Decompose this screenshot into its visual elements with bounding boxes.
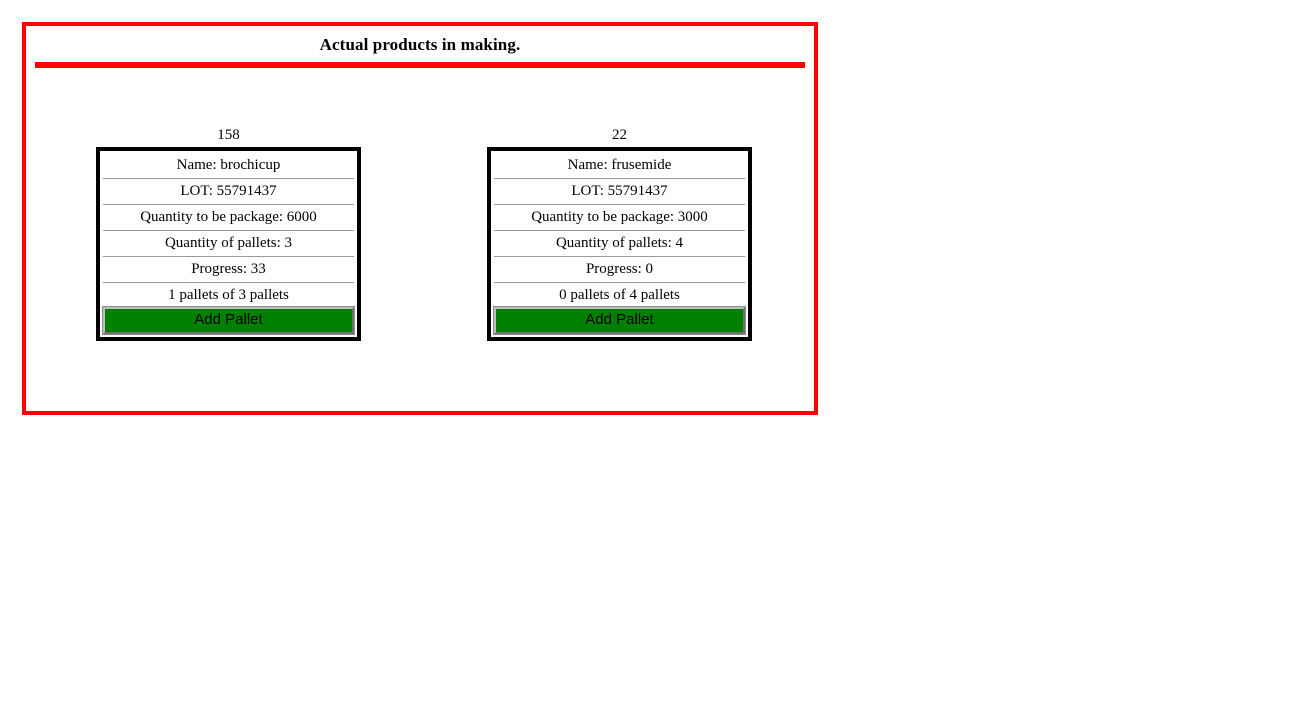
product-lot-row: LOT: 55791437 — [494, 179, 745, 205]
product-id-label: 22 — [612, 127, 627, 143]
product-pallets-status-row: 1 pallets of 3 pallets — [168, 287, 289, 303]
product-quantity-pallets-row: Quantity of pallets: 4 — [494, 231, 745, 257]
add-pallet-button[interactable]: Add Pallet — [102, 306, 355, 335]
products-panel: Actual products in making. 158 Name: bro… — [22, 22, 818, 415]
product-card: 22 Name: frusemide LOT: 55791437 Quantit… — [487, 126, 752, 341]
product-progress-row: Progress: 33 — [103, 257, 354, 283]
product-quantity-package-row: Quantity to be package: 3000 — [494, 205, 745, 231]
title-divider — [35, 62, 805, 68]
product-name-row: Name: frusemide — [494, 153, 745, 179]
add-pallet-button[interactable]: Add Pallet — [493, 306, 746, 335]
product-progress-row: Progress: 0 — [494, 257, 745, 283]
product-name-row: Name: brochicup — [103, 153, 354, 179]
product-quantity-package-row: Quantity to be package: 6000 — [103, 205, 354, 231]
product-id-label: 158 — [217, 127, 240, 143]
product-lot-row: LOT: 55791437 — [103, 179, 354, 205]
product-card-body: Name: frusemide LOT: 55791437 Quantity t… — [487, 147, 752, 341]
page-root: Actual products in making. 158 Name: bro… — [0, 0, 1290, 713]
page-title: Actual products in making. — [319, 35, 521, 54]
product-pallets-status-row: 0 pallets of 4 pallets — [559, 287, 680, 303]
product-quantity-pallets-row: Quantity of pallets: 3 — [103, 231, 354, 257]
product-card-list: 158 Name: brochicup LOT: 55791437 Quanti… — [26, 126, 814, 356]
product-card: 158 Name: brochicup LOT: 55791437 Quanti… — [96, 126, 361, 341]
product-card-body: Name: brochicup LOT: 55791437 Quantity t… — [96, 147, 361, 341]
